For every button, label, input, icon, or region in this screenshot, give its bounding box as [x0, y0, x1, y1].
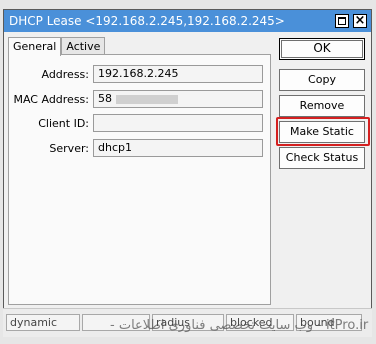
- mac-value: 58: [98, 92, 112, 105]
- address-label: Address:: [41, 67, 89, 81]
- server-field[interactable]: dhcp1: [93, 139, 263, 157]
- ok-button[interactable]: OK: [279, 38, 365, 60]
- address-row: Address: 192.168.2.245: [9, 65, 263, 83]
- make-static-highlight: [276, 117, 370, 146]
- client-id-label: Client ID:: [38, 116, 89, 130]
- client-id-field[interactable]: [93, 114, 263, 132]
- redacted-mac: [116, 94, 178, 104]
- window-title: DHCP Lease <192.168.2.245,192.168.2.245>: [9, 14, 285, 28]
- close-icon[interactable]: ×: [353, 13, 367, 28]
- tab-general[interactable]: General: [8, 37, 62, 56]
- check-status-button[interactable]: Check Status: [279, 147, 365, 169]
- mac-label: MAC Address:: [13, 92, 89, 106]
- status-dynamic: dynamic: [6, 314, 80, 331]
- title-bar[interactable]: DHCP Lease <192.168.2.245,192.168.2.245>…: [4, 10, 371, 32]
- general-panel: Address: 192.168.2.245 MAC Address: 58 C…: [8, 54, 271, 305]
- remove-button[interactable]: Remove: [279, 95, 365, 117]
- mac-field[interactable]: 58: [93, 90, 263, 108]
- maximize-icon[interactable]: [335, 14, 349, 28]
- server-row: Server: dhcp1: [9, 139, 263, 157]
- server-label: Server:: [49, 141, 89, 155]
- copy-button[interactable]: Copy: [279, 69, 365, 91]
- client-id-row: Client ID:: [9, 114, 263, 132]
- address-field[interactable]: 192.168.2.245: [93, 65, 263, 83]
- mac-row: MAC Address: 58: [9, 90, 263, 108]
- tab-active[interactable]: Active: [61, 37, 106, 55]
- tab-bar: General Active: [8, 37, 106, 56]
- site-watermark: - وب سایت تخصصی فناوری اطلاعات - itPro.i…: [110, 318, 369, 333]
